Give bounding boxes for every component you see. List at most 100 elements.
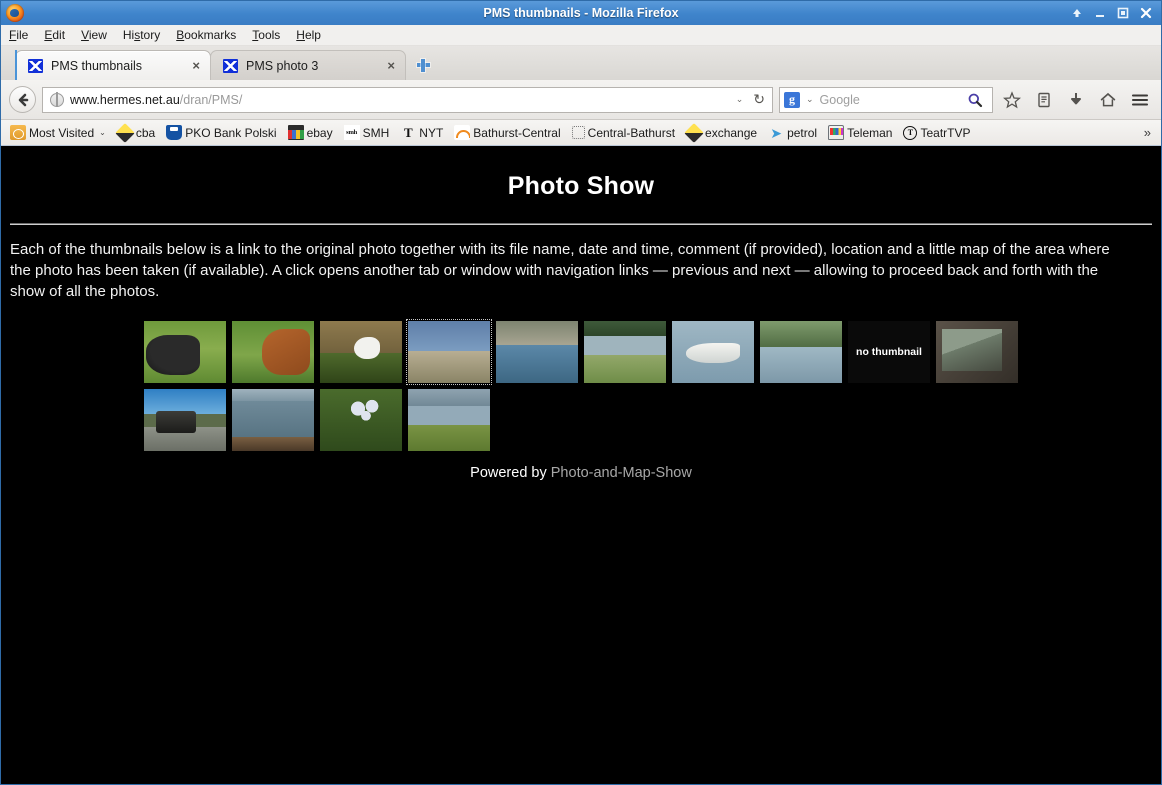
thumbnail-link[interactable] (584, 321, 666, 383)
tab-pms-thumbnails[interactable]: PMS thumbnails × (15, 50, 211, 80)
thumbnail-image (232, 321, 314, 383)
bookmark-central-bathurst[interactable]: Central-Bathurst (567, 124, 680, 142)
footer-link[interactable]: Photo-and-Map-Show (551, 465, 692, 481)
menu-help[interactable]: Help (296, 28, 321, 42)
bookmark-teleman[interactable]: Teleman (823, 123, 897, 142)
bookmark-pko-bank-polski[interactable]: PKO Bank Polski (161, 123, 281, 142)
maximize-icon[interactable] (1116, 6, 1130, 20)
thumbnail-image (408, 389, 490, 408)
bookmark-teatrtvp[interactable]: T TeatrTVP (898, 124, 975, 142)
tab-close-icon[interactable]: × (190, 59, 202, 72)
folder-icon (10, 125, 26, 140)
thumbnail-image (672, 321, 754, 383)
menu-icon[interactable] (1127, 87, 1153, 113)
thumbnail-link[interactable] (672, 321, 754, 383)
google-icon[interactable]: g (784, 91, 800, 108)
thumbnail-image (144, 413, 226, 451)
thumbnail-image (408, 321, 490, 354)
thumbnail-image (936, 321, 1018, 383)
thumbnail-image (584, 335, 666, 383)
thumbnail-link[interactable] (232, 321, 314, 383)
bookmark-most-visited[interactable]: Most Visited ⌄ (5, 123, 111, 142)
thumbnail-image (320, 353, 402, 383)
thumbnail-image (232, 401, 314, 451)
tab-pms-photo-3[interactable]: PMS photo 3 × (210, 50, 406, 80)
close-icon[interactable] (1139, 6, 1153, 20)
thumbnail-image (144, 321, 226, 383)
globe-icon (50, 92, 64, 107)
diamond-icon (684, 122, 704, 143)
thumbnail-link[interactable] (936, 321, 1018, 383)
bookmark-label: PKO Bank Polski (185, 125, 277, 140)
thumbnail-link[interactable] (320, 321, 402, 383)
chevron-down-icon[interactable]: ⌄ (734, 94, 746, 105)
placeholder-icon (571, 126, 585, 139)
address-bar[interactable]: www.hermes.net.au/dran/PMS/ ⌄ ↻ (42, 86, 773, 113)
reader-icon[interactable] (1031, 87, 1057, 113)
bookmarks-overflow-icon[interactable]: » (1138, 125, 1157, 140)
search-bar[interactable]: g ⌄ Google (779, 86, 993, 113)
menu-view[interactable]: View (81, 28, 107, 42)
bookmark-label: ebay (306, 125, 333, 140)
tab-favicon-icon (28, 58, 43, 73)
firefox-logo-icon (6, 4, 24, 22)
thumbnail-image (320, 389, 402, 451)
bookmark-label: NYT (419, 125, 444, 140)
shade-icon[interactable] (1070, 6, 1084, 20)
bookmark-exchange[interactable]: exchange (681, 122, 762, 143)
horizontal-rule (10, 223, 1152, 225)
bird-icon: ➤ (770, 124, 782, 141)
thumbnail-link[interactable] (760, 321, 842, 383)
menu-file[interactable]: File (9, 28, 28, 42)
bookmark-nyt[interactable]: T NYT (395, 123, 448, 142)
search-input[interactable]: Google (820, 93, 958, 107)
menu-bar: File Edit View History Bookmarks Tools H… (1, 25, 1161, 46)
star-icon[interactable] (999, 87, 1025, 113)
bookmarks-toolbar: Most Visited ⌄ cba PKO Bank Polski ebay … (1, 120, 1161, 146)
window-title: PMS thumbnails - Mozilla Firefox (483, 6, 679, 20)
thumbnail-image (760, 321, 842, 349)
thumbnail-image (760, 347, 842, 383)
thumbnail-link[interactable] (144, 389, 226, 451)
reload-icon[interactable]: ↻ (751, 91, 767, 108)
window-controls (1070, 6, 1161, 20)
menu-tools[interactable]: Tools (252, 28, 280, 42)
bookmark-petrol[interactable]: ➤ petrol (763, 123, 822, 142)
url-text: www.hermes.net.au/dran/PMS/ (70, 93, 728, 107)
bookmark-label: petrol (787, 125, 818, 140)
new-tab-button[interactable] (412, 54, 434, 76)
bookmark-label: exchange (705, 125, 758, 140)
tab-close-icon[interactable]: × (385, 59, 397, 72)
thumbnail-link[interactable] (320, 389, 402, 451)
bookmark-bathurst-central[interactable]: Bathurst-Central (449, 123, 565, 142)
url-domain: www.hermes.net.au (70, 92, 180, 107)
thumbnail-image (408, 406, 490, 451)
thumbnail-link[interactable] (232, 389, 314, 451)
thumbnail-image (408, 350, 490, 383)
thumbnail-placeholder[interactable]: no thumbnail (848, 321, 930, 383)
page-footer: Powered by Photo-and-Map-Show (10, 465, 1152, 481)
title-bar: PMS thumbnails - Mozilla Firefox (1, 1, 1161, 25)
tab-label: PMS photo 3 (246, 58, 319, 73)
minimize-icon[interactable] (1093, 6, 1107, 20)
rainbow-icon (454, 125, 471, 140)
menu-history[interactable]: History (123, 28, 160, 42)
page-content: Photo Show Each of the thumbnails below … (1, 146, 1161, 784)
magnifier-icon[interactable] (962, 87, 988, 113)
home-icon[interactable] (1095, 87, 1121, 113)
menu-bookmarks[interactable]: Bookmarks (176, 28, 236, 42)
intro-paragraph: Each of the thumbnails below is a link t… (10, 241, 1110, 300)
download-icon[interactable] (1063, 87, 1089, 113)
tab-strip: PMS thumbnails × PMS photo 3 × (1, 46, 1161, 80)
bookmark-smh[interactable]: smh SMH (339, 123, 395, 142)
back-button[interactable] (9, 86, 36, 113)
chevron-down-icon[interactable]: ⌄ (804, 94, 816, 105)
thumbnail-link[interactable] (496, 321, 578, 383)
thumbnail-link[interactable] (408, 389, 490, 451)
menu-edit[interactable]: Edit (44, 28, 65, 42)
bookmark-ebay[interactable]: ebay (283, 123, 338, 142)
thumbnail-link[interactable] (144, 321, 226, 383)
browser-window: PMS thumbnails - Mozilla Firefox File Ed… (0, 0, 1162, 785)
thumbnail-link[interactable] (406, 319, 492, 385)
bookmark-cba[interactable]: cba (112, 122, 160, 143)
